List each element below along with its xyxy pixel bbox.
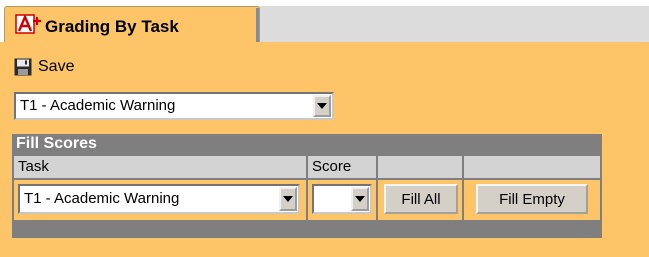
fill-task-dropdown-button[interactable] bbox=[279, 187, 297, 211]
chevron-down-icon bbox=[355, 196, 365, 202]
tab-strip-background bbox=[258, 6, 649, 42]
grade-aplus-icon bbox=[15, 14, 41, 34]
fill-empty-button[interactable]: Fill Empty bbox=[476, 184, 588, 214]
task-select-value: T1 - Academic Warning bbox=[20, 97, 176, 114]
fill-all-button[interactable]: Fill All bbox=[384, 184, 458, 214]
save-label: Save bbox=[38, 58, 75, 75]
column-header-fill-empty bbox=[464, 156, 600, 178]
column-header-score: Score bbox=[308, 156, 376, 178]
fill-scores-title: Fill Scores bbox=[12, 134, 602, 154]
task-cell: T1 - Academic Warning bbox=[14, 180, 306, 220]
score-dropdown-button[interactable] bbox=[351, 187, 369, 211]
fill-empty-cell: Fill Empty bbox=[464, 180, 600, 220]
grading-panel: Save T1 - Academic Warning Fill Scores T… bbox=[0, 42, 649, 257]
fill-scores-box: Fill Scores Task Score T1 - Academic War… bbox=[12, 134, 602, 238]
tab-strip: Grading By Task bbox=[0, 0, 649, 44]
task-select-dropdown-button[interactable] bbox=[313, 95, 331, 117]
column-header-task: Task bbox=[14, 156, 306, 178]
score-cell bbox=[308, 180, 376, 220]
score-select[interactable] bbox=[312, 184, 372, 214]
floppy-disk-icon bbox=[14, 58, 32, 76]
tab-shadow bbox=[256, 8, 259, 42]
tab-grading-by-task[interactable]: Grading By Task bbox=[4, 6, 260, 44]
chevron-down-icon bbox=[317, 103, 327, 109]
chevron-down-icon bbox=[283, 196, 293, 202]
fill-all-cell: Fill All bbox=[378, 180, 462, 220]
task-select[interactable]: T1 - Academic Warning bbox=[14, 92, 334, 120]
fill-task-select-value: T1 - Academic Warning bbox=[24, 190, 180, 207]
fill-task-select[interactable]: T1 - Academic Warning bbox=[18, 184, 300, 214]
tab-label: Grading By Task bbox=[45, 17, 179, 36]
save-button[interactable]: Save bbox=[14, 56, 74, 78]
fill-scores-grid: Task Score T1 - Academic Warning Fill Al… bbox=[12, 154, 602, 238]
column-header-fill-all bbox=[378, 156, 462, 178]
